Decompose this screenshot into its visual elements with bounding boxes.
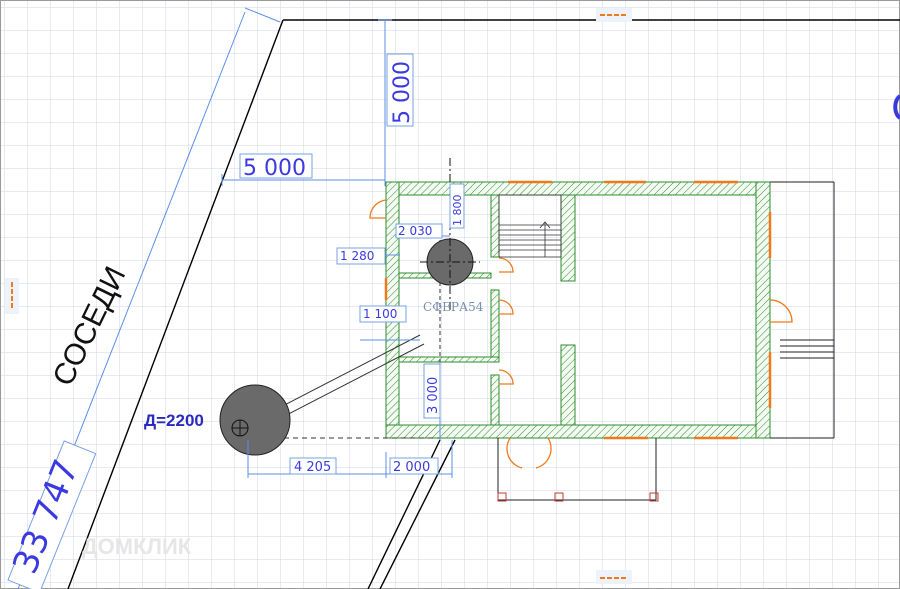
resize-handle-bottom-icon[interactable] — [596, 570, 632, 584]
svg-text:1 280: 1 280 — [340, 249, 374, 263]
watermark-domclick: ДОМКЛИК — [82, 534, 192, 559]
svg-text:4 205: 4 205 — [294, 460, 331, 475]
svg-text:3 000: 3 000 — [426, 377, 441, 414]
resize-handle-left-icon[interactable] — [5, 278, 19, 314]
resize-handle-top-icon[interactable] — [596, 8, 632, 22]
svg-text:2 000: 2 000 — [393, 460, 430, 475]
svg-text:1 100: 1 100 — [363, 307, 397, 321]
dimension-setback-horizontal: 5 000 — [239, 153, 313, 181]
dimension-1100: 1 100 — [359, 305, 407, 323]
septic-diameter-label: Д=2200 — [144, 411, 204, 430]
dimension-1280: 1 280 — [336, 247, 386, 265]
svg-text:1 800: 1 800 — [451, 195, 464, 227]
svg-text:5 000: 5 000 — [243, 156, 306, 181]
dimension-1800: 1 800 — [449, 183, 465, 229]
dimension-2030: 2 030 — [395, 223, 443, 239]
watermark-logo-text: СФЕРА54 — [423, 300, 484, 314]
dimension-text: 5 000 — [390, 61, 415, 124]
svg-text:2 030: 2 030 — [398, 224, 432, 238]
dimension-4205: 4 205 — [289, 457, 337, 475]
dimension-3000: 3 000 — [423, 363, 441, 419]
dimension-2000: 2 000 — [389, 457, 439, 475]
drawing-canvas[interactable]: 5 000 5 000 1 800 2 030 1 280 1 100 3 00… — [0, 0, 900, 589]
dimension-setback-vertical: 5 000 — [386, 53, 415, 127]
septic-tank — [219, 384, 291, 456]
